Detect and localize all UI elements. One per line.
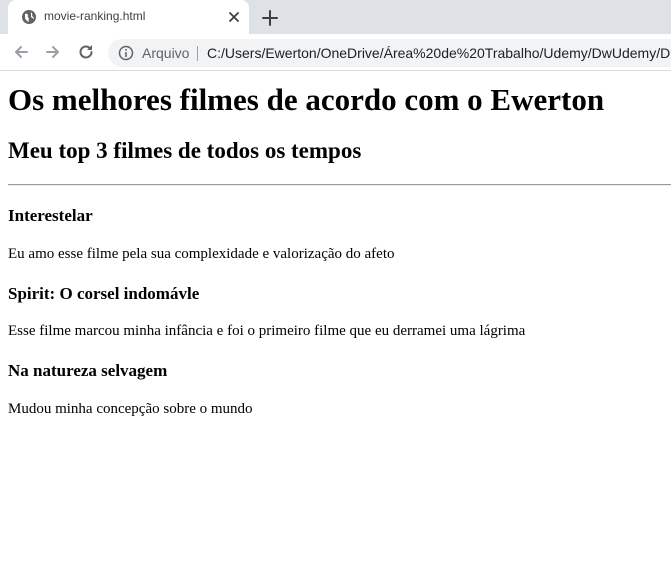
page-subtitle: Meu top 3 filmes de todos os tempos	[8, 138, 362, 163]
plus-icon[interactable]	[259, 7, 281, 29]
movie-title: Spirit: O corsel indomávle	[8, 284, 200, 303]
movie-description: Esse filme marcou minha infância e foi o…	[8, 323, 526, 339]
url-text[interactable]: C:/Users/Ewerton/OneDrive/Área%20de%20Tr…	[207, 45, 671, 61]
security-label[interactable]: Arquivo	[142, 45, 189, 61]
arrow-right-icon[interactable]	[43, 42, 63, 62]
page-title: Os melhores filmes de acordo com o Ewert…	[8, 82, 605, 117]
movie-title: Na natureza selvagem	[8, 361, 168, 380]
tab-title: movie-ranking.html	[44, 9, 146, 23]
arrow-left-icon[interactable]	[11, 42, 31, 62]
movie-description: Eu amo esse filme pela sua complexidade …	[8, 246, 395, 262]
movie-description: Mudou minha concepção sobre o mundo	[8, 401, 253, 417]
close-icon[interactable]	[226, 9, 242, 25]
tab-strip: movie-ranking.html	[0, 0, 671, 34]
horizontal-rule	[8, 184, 671, 186]
reload-icon[interactable]	[76, 42, 96, 62]
globe-icon	[22, 10, 36, 24]
movie-title: Interestelar	[8, 206, 93, 225]
omnibox-divider	[197, 46, 198, 61]
browser-tab[interactable]: movie-ranking.html	[8, 0, 249, 34]
address-bar[interactable]: Arquivo C:/Users/Ewerton/OneDrive/Área%2…	[108, 39, 671, 67]
info-icon[interactable]	[118, 45, 134, 61]
browser-toolbar: Arquivo C:/Users/Ewerton/OneDrive/Área%2…	[0, 34, 671, 71]
